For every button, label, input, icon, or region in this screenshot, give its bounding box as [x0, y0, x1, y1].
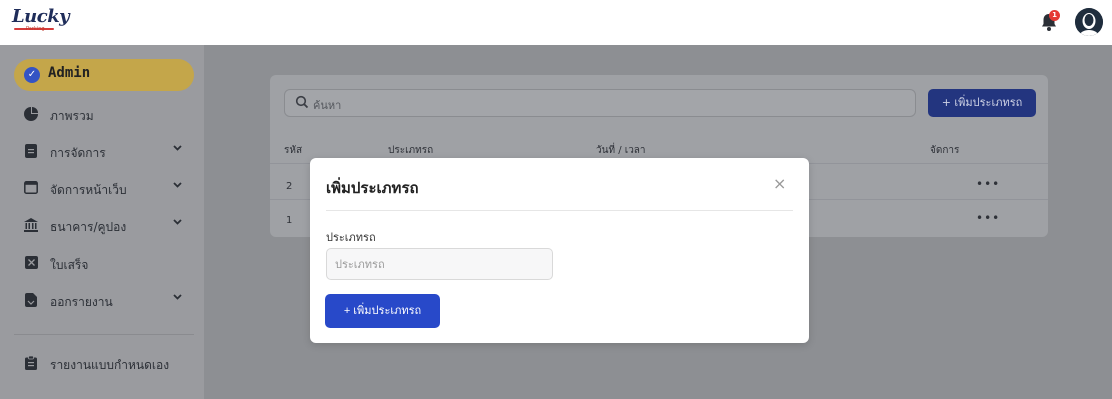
search-input[interactable]: ค้นหา [284, 89, 916, 117]
sidebar-item-label: รายงานแบบกำหนดเอง [50, 358, 170, 372]
sidebar-item-label: จัดการหน้าเว็บ [50, 183, 127, 197]
sidebar-item-label: ออกรายงาน [50, 295, 113, 309]
clipboard-icon [24, 355, 38, 370]
sidebar-item-label: ใบเสร็จ [50, 258, 89, 272]
user-avatar[interactable] [1075, 8, 1103, 36]
modal-title: เพิ่มประเภทรถ [326, 179, 419, 197]
add-vehicle-type-button[interactable]: + เพิ่มประเภทรถ [928, 89, 1036, 117]
sidebar-divider [14, 334, 194, 335]
sidebar-item-admin[interactable]: ✓ Admin [14, 59, 194, 91]
column-header-actions: จัดการ [930, 145, 960, 156]
add-vehicle-type-modal: เพิ่มประเภทรถ × ประเภทรถ + เพิ่มประเภทรถ [310, 158, 809, 343]
chevron-down-icon [172, 291, 183, 305]
close-icon[interactable]: × [773, 174, 786, 193]
sidebar-item-overview[interactable]: ภาพรวม [22, 103, 202, 127]
bank-icon [24, 218, 38, 232]
top-bar: Lucky Parking 1 [0, 0, 1112, 45]
vehicle-type-input[interactable] [326, 248, 553, 280]
sidebar-item-label: การจัดการ [50, 146, 106, 160]
vehicle-type-label: ประเภทรถ [326, 231, 376, 244]
chevron-down-icon [172, 216, 183, 230]
row-id: 1 [286, 215, 293, 226]
sidebar-item-label: ธนาคาร/คูปอง [50, 220, 127, 234]
logo-subtext: Parking [26, 26, 45, 32]
check-shield-icon: ✓ [24, 67, 40, 83]
user-icon [1075, 8, 1103, 36]
document-icon [24, 144, 38, 158]
sidebar-item-custom-report[interactable]: รายงานแบบกำหนดเอง [22, 352, 202, 376]
search-placeholder: ค้นหา [313, 99, 342, 112]
chevron-down-icon [172, 142, 183, 156]
modal-divider [326, 210, 793, 211]
row-id: 2 [286, 181, 293, 192]
receipt-icon [24, 256, 38, 270]
notification-bell-icon[interactable]: 1 [1040, 10, 1060, 32]
notification-badge: 1 [1049, 10, 1060, 21]
sidebar: ✓ Admin ภาพรวม การจัดการ จัดการหน้าเว็บ … [0, 45, 204, 399]
admin-label: Admin [48, 65, 91, 81]
sidebar-item-receipts[interactable]: ใบเสร็จ [22, 252, 202, 276]
logo-text: Lucky [12, 6, 70, 27]
column-header-id: รหัส [284, 145, 303, 156]
row-actions-menu-icon[interactable]: ••• [976, 211, 1000, 225]
sidebar-item-management[interactable]: การจัดการ [22, 140, 202, 164]
search-icon [295, 95, 311, 111]
window-icon [24, 181, 38, 195]
report-icon [24, 293, 38, 307]
column-header-vehicle-type: ประเภทรถ [388, 145, 434, 156]
column-header-datetime: วันที่ / เวลา [596, 145, 646, 156]
lucky-parking-logo[interactable]: Lucky Parking [12, 6, 70, 38]
sidebar-item-web-pages[interactable]: จัดการหน้าเว็บ [22, 177, 202, 201]
pie-chart-icon [24, 107, 38, 121]
chevron-down-icon [172, 179, 183, 193]
sidebar-item-reports[interactable]: ออกรายงาน [22, 289, 202, 313]
sidebar-item-bank-coupon[interactable]: ธนาคาร/คูปอง [22, 214, 202, 238]
sidebar-item-label: ภาพรวม [50, 109, 94, 123]
add-vehicle-type-submit-button[interactable]: + เพิ่มประเภทรถ [325, 294, 440, 328]
row-actions-menu-icon[interactable]: ••• [976, 177, 1000, 191]
